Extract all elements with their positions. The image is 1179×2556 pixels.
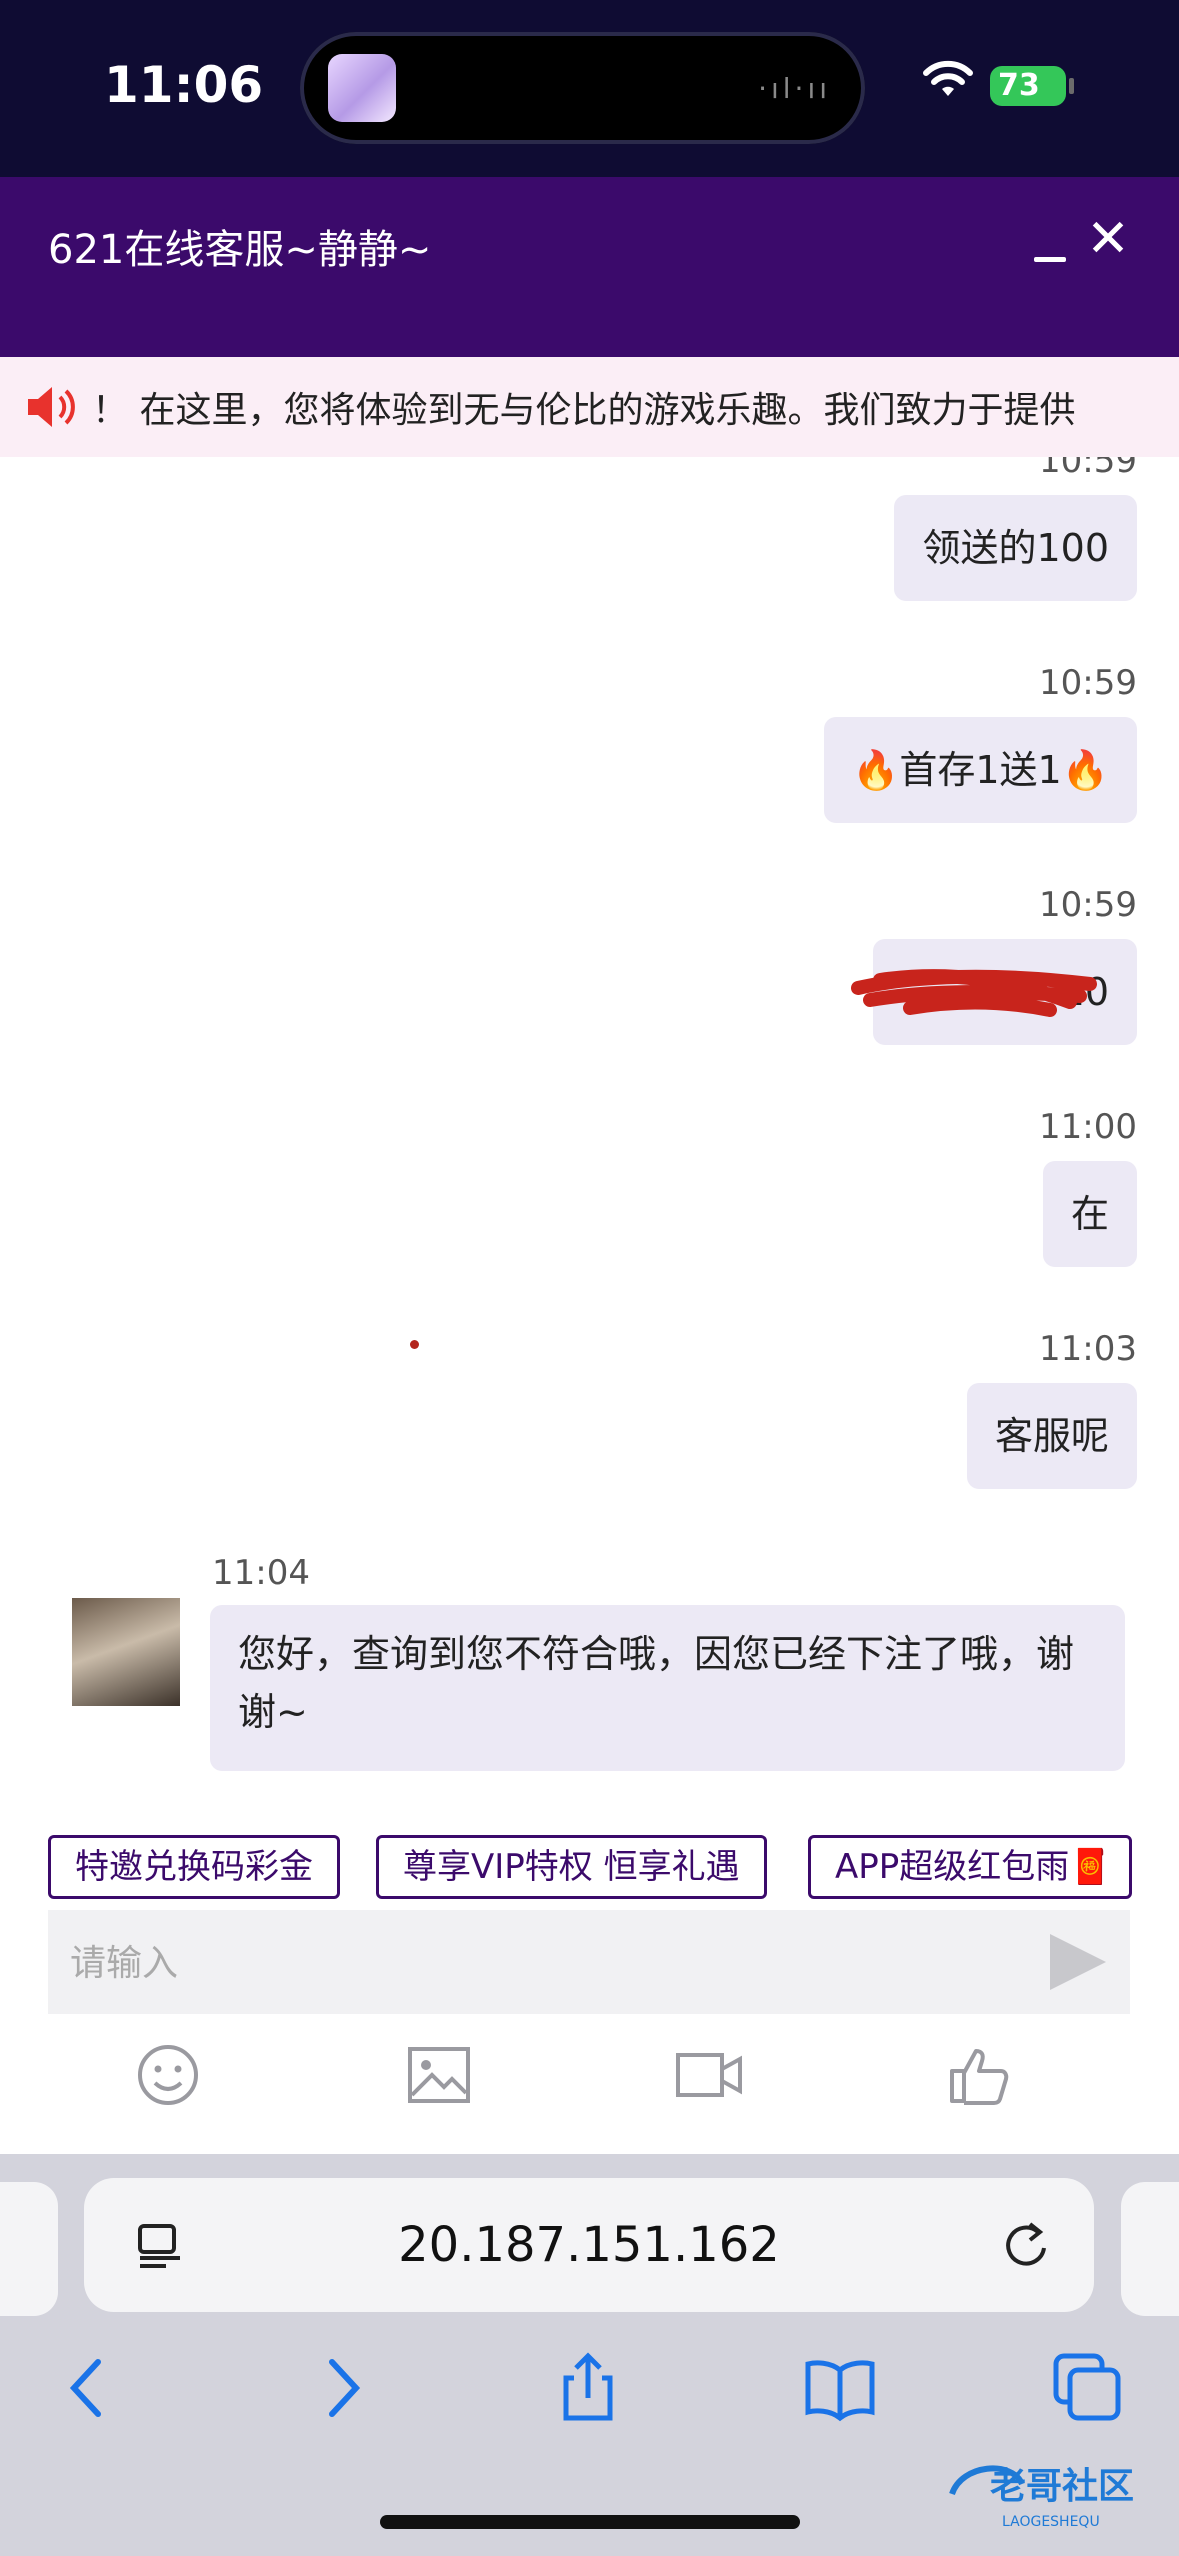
- notice-marquee: ！ 在这里，您将体验到无与伦比的游戏乐趣。我们致力于提供: [0, 357, 1179, 457]
- red-dot: [410, 1340, 419, 1349]
- user-message-bubble: 领送的100: [894, 495, 1137, 601]
- status-bar: 11:06 ·ıl·ıı 73: [0, 0, 1179, 177]
- user-message-bubble: 客服呢: [966, 1383, 1137, 1489]
- agent-avatar: [72, 1598, 180, 1706]
- agent-message-time: 11:04: [212, 1553, 310, 1593]
- message-input[interactable]: [68, 1910, 1032, 2016]
- message-time: 11:00: [1039, 1107, 1137, 1147]
- url-text: 20.187.151.162: [398, 2217, 780, 2273]
- send-icon[interactable]: [1050, 1934, 1106, 1990]
- redaction-scribble: [851, 969, 1097, 1017]
- tabs-icon[interactable]: [1048, 2348, 1128, 2428]
- user-message-bubble: 🔥首存1送1🔥: [824, 717, 1137, 823]
- close-icon[interactable]: ✕: [1086, 213, 1130, 265]
- home-indicator[interactable]: [380, 2515, 800, 2529]
- address-bar[interactable]: 20.187.151.162: [84, 2178, 1094, 2312]
- notice-text: ！ 在这里，您将体验到无与伦比的游戏乐趣。我们致力于提供: [92, 390, 1076, 431]
- back-icon[interactable]: [48, 2348, 128, 2428]
- dynamic-island[interactable]: ·ıl·ıı: [300, 32, 865, 144]
- message-time: 11:03: [1039, 1329, 1137, 1369]
- audio-wave-icon: ·ıl·ıı: [758, 72, 831, 105]
- forward-icon[interactable]: [302, 2348, 382, 2428]
- bookmarks-icon[interactable]: [800, 2348, 880, 2428]
- wifi-icon: [923, 60, 973, 96]
- message-time: 10:59: [1039, 885, 1137, 925]
- emoji-icon[interactable]: [133, 2043, 203, 2107]
- previous-tab-peek[interactable]: [0, 2182, 58, 2316]
- chat-title: 621在线客服~静静~: [48, 227, 432, 273]
- agent-message-bubble: 您好，查询到您不符合哦，因您已经下注了哦，谢谢~: [210, 1605, 1125, 1771]
- svg-text:老哥社区: 老哥社区: [990, 2466, 1134, 2507]
- message-time: 10:59: [1039, 457, 1137, 481]
- video-icon[interactable]: [674, 2043, 744, 2107]
- next-tab-peek[interactable]: [1121, 2182, 1179, 2316]
- minimize-icon[interactable]: [1030, 237, 1074, 281]
- image-icon[interactable]: [404, 2043, 474, 2107]
- battery-indicator: 73: [990, 66, 1074, 106]
- reload-icon[interactable]: [1000, 2218, 1054, 2272]
- quick-reply-button[interactable]: 特邀兑换码彩金: [48, 1835, 340, 1899]
- message-time: 10:59: [1039, 663, 1137, 703]
- user-message-bubble: 在: [1042, 1161, 1137, 1267]
- svg-text:LAOGESHEQU: LAOGESHEQU: [1002, 2514, 1100, 2530]
- share-icon[interactable]: [548, 2348, 628, 2428]
- quick-reply-button[interactable]: APP超级红包雨🧧: [808, 1835, 1132, 1899]
- community-logo: 老哥社区 LAOGESHEQU: [949, 2465, 1134, 2530]
- message-composer: [48, 1910, 1130, 2016]
- speaker-icon: [28, 387, 75, 427]
- chat-header: 621在线客服~静静~ ✕: [0, 177, 1179, 357]
- thumbs-up-icon[interactable]: [944, 2043, 1014, 2107]
- status-time: 11:06: [104, 56, 264, 114]
- now-playing-thumbnail: [328, 54, 396, 122]
- quick-reply-button[interactable]: 尊享VIP特权 恒享礼遇: [376, 1835, 767, 1899]
